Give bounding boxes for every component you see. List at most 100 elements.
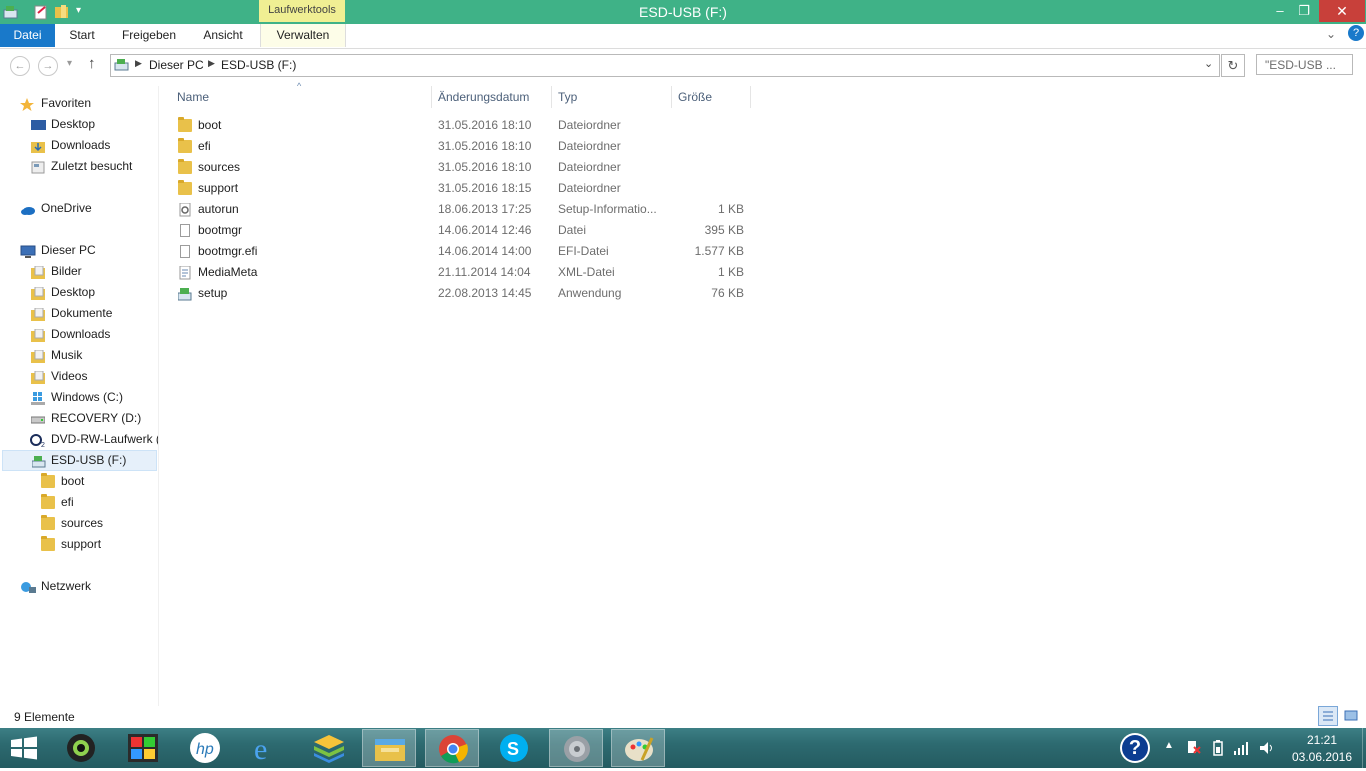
show-desktop-button[interactable] [1362,728,1366,768]
table-row[interactable]: sources 31.05.2016 18:10 Dateiordner [170,157,750,178]
sidebar-item-downloads[interactable]: Downloads [0,135,158,156]
close-button[interactable]: ✕ [1319,0,1365,22]
setup-app-icon [177,287,192,301]
table-row[interactable]: bootmgr 14.06.2014 12:46 Datei 395 KB [170,220,750,241]
taskbar-internet-explorer[interactable]: e [240,729,294,767]
table-row[interactable]: efi 31.05.2016 18:10 Dateiordner [170,136,750,157]
battery-icon[interactable] [1210,739,1226,757]
sidebar-item-label: OneDrive [41,201,92,215]
drive-icon[interactable] [3,4,19,20]
file-date: 14.06.2014 14:00 [438,244,532,258]
file-name: sources [198,160,241,174]
refresh-icon[interactable]: ↻ [1221,54,1245,77]
sidebar-item-usb-efi[interactable]: efi [0,492,158,513]
sidebar-item-dieser-pc[interactable]: Dieser PC [0,240,158,261]
action-center-icon[interactable] [1186,739,1202,757]
chevron-right-icon[interactable]: ▶ [135,58,142,69]
address-bar[interactable]: ▶ Dieser PC ▶ ESD-USB (F:) ⌄ [110,54,1220,77]
taskbar-chrome[interactable] [425,729,479,767]
recent-locations-icon[interactable]: ▾ [67,58,72,69]
taskbar-puzzle-app[interactable] [116,729,170,767]
table-row[interactable]: autorun 18.06.2013 17:25 Setup-Informati… [170,199,750,220]
computer-icon [20,244,36,258]
search-input[interactable]: "ESD-USB ... [1256,54,1353,75]
expand-ribbon-icon[interactable]: ⌄ [1326,27,1336,41]
breadcrumb-esd-usb[interactable]: ESD-USB (F:) [221,58,296,72]
help-icon[interactable]: ? [1348,25,1364,41]
file-icon [180,224,190,237]
table-row[interactable]: boot 31.05.2016 18:10 Dateiordner [170,115,750,136]
taskbar-hp-app[interactable]: hp [178,729,232,767]
column-header-type[interactable]: Typ [558,86,577,108]
taskbar-skype[interactable]: S [487,729,541,767]
file-name: boot [198,118,222,132]
table-row[interactable]: bootmgr.efi 14.06.2014 14:00 EFI-Datei 1… [170,241,750,262]
sidebar-item-recovery-d[interactable]: RECOVERY (D:) [0,408,158,429]
help-tray-icon[interactable]: ? [1120,733,1150,763]
tab-freigeben[interactable]: Freigeben [114,24,184,47]
column-header-date[interactable]: Änderungsdatum [438,86,529,108]
tab-start[interactable]: Start [58,24,106,47]
sidebar-item-videos[interactable]: Videos [0,366,158,387]
large-icons-view-icon[interactable] [1342,707,1360,725]
sidebar-item-bilder[interactable]: Bilder [0,261,158,282]
column-header-name[interactable]: Name [177,86,209,108]
xml-file-icon [178,265,192,280]
taskbar-bluestacks[interactable] [302,729,356,767]
sidebar-item-desktop-pc[interactable]: Desktop [0,282,158,303]
sidebar-item-windows-c[interactable]: Windows (C:) [0,387,158,408]
restore-button[interactable]: ❐ [1290,0,1318,22]
tab-verwalten[interactable]: Verwalten [260,24,346,47]
tab-ansicht[interactable]: Ansicht [192,24,254,47]
details-view-icon[interactable] [1318,706,1338,726]
sidebar-item-dvd-rw[interactable]: 2 DVD-RW-Laufwerk ( [0,429,158,450]
taskbar-audio-app[interactable] [549,729,603,767]
folder-icon [178,138,192,153]
sidebar-item-label: efi [61,495,74,509]
new-folder-icon[interactable] [54,4,70,20]
table-row[interactable]: setup 22.08.2013 14:45 Anwendung 76 KB [170,283,750,304]
sidebar-item-favoriten[interactable]: Favoriten [0,93,158,114]
sidebar-item-usb-sources[interactable]: sources [0,513,158,534]
sidebar-item-usb-support[interactable]: support [0,534,158,555]
network-signal-icon[interactable] [1233,739,1251,757]
clock-date[interactable]: 03.06.2016 [1290,750,1354,764]
address-dropdown-icon[interactable]: ⌄ [1204,57,1213,70]
column-header-size[interactable]: Größe [678,86,712,108]
clock-time[interactable]: 21:21 [1290,733,1354,747]
taskbar-file-explorer[interactable] [362,729,416,767]
start-button[interactable] [10,736,40,760]
file-date: 18.06.2013 17:25 [438,202,532,216]
taskbar-camera-app[interactable] [54,729,108,767]
column-separator[interactable] [671,86,672,108]
table-row[interactable]: MediaMeta 21.11.2014 14:04 XML-Datei 1 K… [170,262,750,283]
properties-icon[interactable] [33,4,49,20]
up-button[interactable]: ↑ [88,55,96,72]
column-separator[interactable] [750,86,751,108]
sidebar-item-onedrive[interactable]: OneDrive [0,198,158,219]
sidebar-item-netzwerk[interactable]: Netzwerk [0,576,158,597]
customize-toolbar-icon[interactable]: ▾ [76,5,81,16]
breadcrumb-dieser-pc[interactable]: Dieser PC [149,58,204,72]
folder-icon [178,159,192,174]
sidebar-item-esd-usb[interactable]: ESD-USB (F:) [2,450,157,471]
tab-datei[interactable]: Datei [0,24,55,47]
forward-button[interactable]: → [38,56,58,76]
sidebar-item-downloads-pc[interactable]: Downloads [0,324,158,345]
column-separator[interactable] [431,86,432,108]
file-name: MediaMeta [198,265,258,279]
sidebar-item-label: ESD-USB (F:) [51,453,127,467]
column-separator[interactable] [551,86,552,108]
taskbar-paint[interactable] [611,729,665,767]
sidebar-item-desktop[interactable]: Desktop [0,114,158,135]
sidebar-item-musik[interactable]: Musik [0,345,158,366]
sidebar-item-usb-boot[interactable]: boot [0,471,158,492]
folder-icon [178,180,192,195]
show-hidden-icons-icon[interactable]: ▲ [1164,740,1174,751]
back-button[interactable]: ← [10,56,30,76]
chevron-right-icon[interactable]: ▶ [208,58,215,69]
table-row[interactable]: support 31.05.2016 18:15 Dateiordner [170,178,750,199]
sidebar-item-dokumente[interactable]: Dokumente [0,303,158,324]
volume-icon[interactable] [1258,739,1276,757]
sidebar-item-zuletzt-besucht[interactable]: Zuletzt besucht [0,156,158,177]
